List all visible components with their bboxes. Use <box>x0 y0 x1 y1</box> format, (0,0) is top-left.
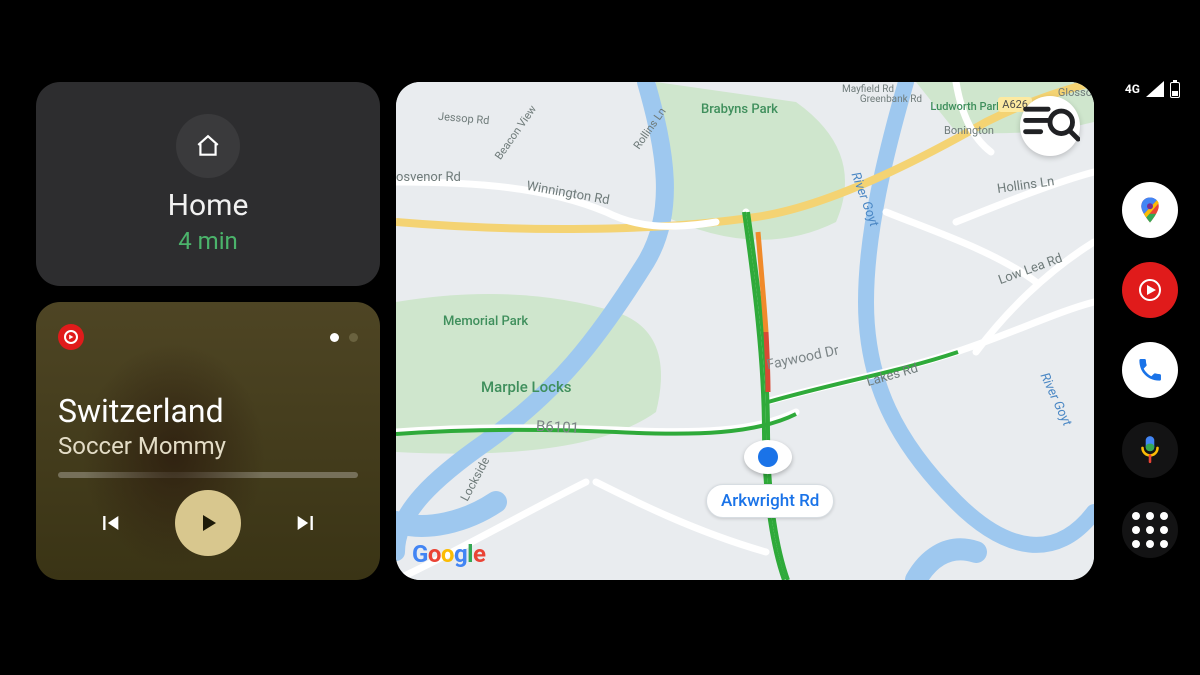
network-label: 4G <box>1125 82 1140 96</box>
nav-destination-label: Home <box>168 188 249 223</box>
previous-track-button[interactable] <box>87 501 131 545</box>
youtube-music-icon <box>58 324 84 350</box>
park-label-ludworth: Ludworth Park <box>930 100 1002 113</box>
road-label-greenbank: Greenbank Rd <box>860 94 922 105</box>
current-location-marker <box>744 440 792 474</box>
nav-eta-label: 4 min <box>178 227 238 255</box>
home-icon <box>176 114 240 178</box>
road-label-bonington: Bonington <box>944 124 994 137</box>
apps-grid-icon <box>1132 512 1168 548</box>
rail-music-button[interactable] <box>1122 262 1178 318</box>
signal-icon <box>1146 81 1164 97</box>
nav-suggestion-card[interactable]: Home 4 min <box>36 82 380 286</box>
status-bar: 4G <box>1125 80 1180 98</box>
app-rail <box>1120 182 1180 558</box>
rail-apps-button[interactable] <box>1122 502 1178 558</box>
park-label-marple: Marple Locks <box>481 378 572 396</box>
battery-icon <box>1170 80 1180 98</box>
widget-column: Home 4 min Switzerland Soccer Mommy <box>36 82 380 580</box>
play-button[interactable] <box>175 490 241 556</box>
rail-maps-button[interactable] <box>1122 182 1178 238</box>
progress-bar[interactable] <box>58 472 358 478</box>
map-view[interactable]: Brabyns Park Memorial Park Marple Locks … <box>396 82 1094 580</box>
android-auto-dashboard: Home 4 min Switzerland Soccer Mommy <box>0 0 1200 675</box>
media-card[interactable]: Switzerland Soccer Mommy <box>36 302 380 580</box>
page-indicator <box>330 333 358 342</box>
map-search-button[interactable] <box>1020 96 1080 156</box>
road-label-b6101: B6101 <box>536 417 580 437</box>
park-label-brabyns: Brabyns Park <box>701 102 778 117</box>
park-label-memorial: Memorial Park <box>443 314 528 329</box>
next-track-button[interactable] <box>285 501 329 545</box>
road-label-osvenor: osvenor Rd <box>396 170 461 185</box>
rail-phone-button[interactable] <box>1122 342 1178 398</box>
media-controls <box>58 490 358 556</box>
current-road-pill: Arkwright Rd <box>706 484 834 518</box>
track-title: Switzerland <box>58 392 358 430</box>
rail-assistant-button[interactable] <box>1122 422 1178 478</box>
track-artist: Soccer Mommy <box>58 432 358 460</box>
google-logo: Google <box>412 540 486 568</box>
